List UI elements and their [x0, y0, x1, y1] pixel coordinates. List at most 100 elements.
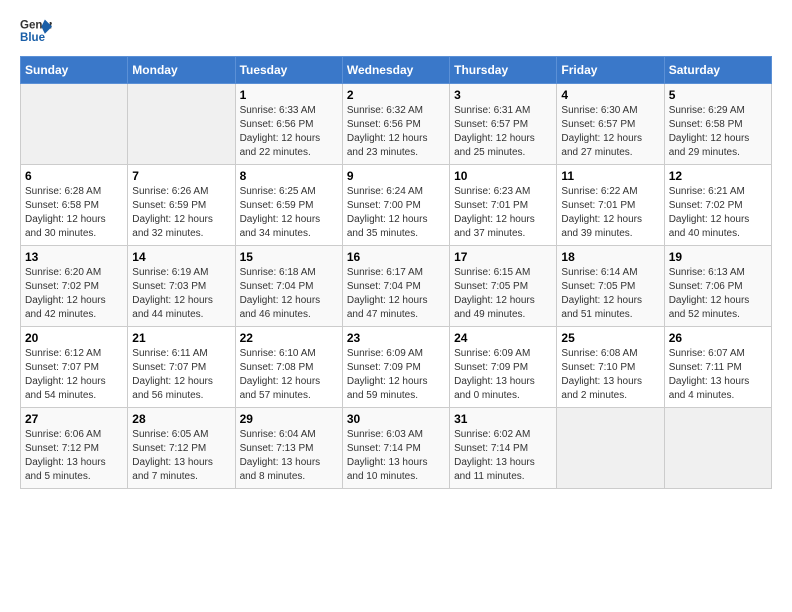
logo: General Blue: [20, 16, 52, 48]
calendar-day-cell: [664, 408, 771, 489]
calendar-header-cell: Monday: [128, 57, 235, 84]
calendar-day-cell: 29 Sunrise: 6:04 AM Sunset: 7:13 PM Dayli…: [235, 408, 342, 489]
day-info: Sunrise: 6:06 AM Sunset: 7:12 PM Dayligh…: [25, 428, 123, 484]
calendar-header-cell: Thursday: [450, 57, 557, 84]
calendar-day-cell: [21, 84, 128, 165]
day-number: 16: [347, 250, 445, 264]
day-number: 27: [25, 412, 123, 426]
calendar-day-cell: 25Sunrise: 6:08 AM Sunset: 7:10 PM Dayli…: [557, 327, 664, 408]
calendar-day-cell: 13 Sunrise: 6:20 AM Sunset: 7:02 PM Dayli…: [21, 246, 128, 327]
day-number: 9: [347, 169, 445, 183]
calendar-day-cell: 11 Sunrise: 6:22 AM Sunset: 7:01 PM Dayli…: [557, 165, 664, 246]
calendar-header-cell: Wednesday: [342, 57, 449, 84]
day-number: 21: [132, 331, 230, 345]
calendar-header-cell: Sunday: [21, 57, 128, 84]
day-info: Sunrise: 6:02 AM Sunset: 7:14 PM Dayligh…: [454, 428, 552, 484]
day-info: Sunrise: 6:32 AM Sunset: 6:56 PM Dayligh…: [347, 104, 445, 160]
calendar-day-cell: 26 Sunrise: 6:07 AM Sunset: 7:11 PM Dayli…: [664, 327, 771, 408]
calendar-week-row: 20 Sunrise: 6:12 AM Sunset: 7:07 PM Dayli…: [21, 327, 772, 408]
day-number: 5: [669, 88, 767, 102]
day-number: 13: [25, 250, 123, 264]
calendar-day-cell: 31Sunrise: 6:02 AM Sunset: 7:14 PM Dayli…: [450, 408, 557, 489]
calendar-day-cell: 12 Sunrise: 6:21 AM Sunset: 7:02 PM Dayli…: [664, 165, 771, 246]
day-number: 1: [240, 88, 338, 102]
day-number: 3: [454, 88, 552, 102]
calendar-day-cell: 9 Sunrise: 6:24 AM Sunset: 7:00 PM Daylig…: [342, 165, 449, 246]
calendar-day-cell: [557, 408, 664, 489]
day-number: 20: [25, 331, 123, 345]
calendar-day-cell: 23 Sunrise: 6:09 AM Sunset: 7:09 PM Dayli…: [342, 327, 449, 408]
day-info: Sunrise: 6:18 AM Sunset: 7:04 PM Dayligh…: [240, 266, 338, 322]
day-info: Sunrise: 6:21 AM Sunset: 7:02 PM Dayligh…: [669, 185, 767, 241]
day-number: 23: [347, 331, 445, 345]
calendar-day-cell: 21 Sunrise: 6:11 AM Sunset: 7:07 PM Dayli…: [128, 327, 235, 408]
day-info: Sunrise: 6:30 AM Sunset: 6:57 PM Dayligh…: [561, 104, 659, 160]
day-info: Sunrise: 6:24 AM Sunset: 7:00 PM Dayligh…: [347, 185, 445, 241]
calendar-day-cell: 27 Sunrise: 6:06 AM Sunset: 7:12 PM Dayli…: [21, 408, 128, 489]
day-info: Sunrise: 6:22 AM Sunset: 7:01 PM Dayligh…: [561, 185, 659, 241]
calendar-header-cell: Tuesday: [235, 57, 342, 84]
day-info: Sunrise: 6:31 AM Sunset: 6:57 PM Dayligh…: [454, 104, 552, 160]
calendar-day-cell: 3 Sunrise: 6:31 AM Sunset: 6:57 PM Daylig…: [450, 84, 557, 165]
day-number: 7: [132, 169, 230, 183]
calendar-day-cell: 19 Sunrise: 6:13 AM Sunset: 7:06 PM Dayli…: [664, 246, 771, 327]
calendar-day-cell: 6Sunrise: 6:28 AM Sunset: 6:58 PM Daylig…: [21, 165, 128, 246]
calendar-day-cell: 10 Sunrise: 6:23 AM Sunset: 7:01 PM Dayli…: [450, 165, 557, 246]
calendar-table: SundayMondayTuesdayWednesdayThursdayFrid…: [20, 56, 772, 489]
day-info: Sunrise: 6:11 AM Sunset: 7:07 PM Dayligh…: [132, 347, 230, 403]
svg-text:Blue: Blue: [20, 32, 46, 44]
logo-icon: General Blue: [20, 16, 52, 48]
page-header: General Blue: [20, 16, 772, 48]
day-info: Sunrise: 6:20 AM Sunset: 7:02 PM Dayligh…: [25, 266, 123, 322]
day-number: 11: [561, 169, 659, 183]
calendar-day-cell: 4 Sunrise: 6:30 AM Sunset: 6:57 PM Daylig…: [557, 84, 664, 165]
calendar-day-cell: 16Sunrise: 6:17 AM Sunset: 7:04 PM Dayli…: [342, 246, 449, 327]
calendar-week-row: 6Sunrise: 6:28 AM Sunset: 6:58 PM Daylig…: [21, 165, 772, 246]
day-number: 29: [240, 412, 338, 426]
calendar-week-row: 27 Sunrise: 6:06 AM Sunset: 7:12 PM Dayli…: [21, 408, 772, 489]
calendar-day-cell: 22 Sunrise: 6:10 AM Sunset: 7:08 PM Dayli…: [235, 327, 342, 408]
day-info: Sunrise: 6:15 AM Sunset: 7:05 PM Dayligh…: [454, 266, 552, 322]
day-info: Sunrise: 6:26 AM Sunset: 6:59 PM Dayligh…: [132, 185, 230, 241]
day-number: 19: [669, 250, 767, 264]
day-info: Sunrise: 6:05 AM Sunset: 7:12 PM Dayligh…: [132, 428, 230, 484]
day-number: 24: [454, 331, 552, 345]
day-number: 15: [240, 250, 338, 264]
day-info: Sunrise: 6:10 AM Sunset: 7:08 PM Dayligh…: [240, 347, 338, 403]
day-number: 14: [132, 250, 230, 264]
day-number: 12: [669, 169, 767, 183]
day-number: 10: [454, 169, 552, 183]
calendar-day-cell: 20 Sunrise: 6:12 AM Sunset: 7:07 PM Dayli…: [21, 327, 128, 408]
day-info: Sunrise: 6:08 AM Sunset: 7:10 PM Dayligh…: [561, 347, 659, 403]
day-info: Sunrise: 6:03 AM Sunset: 7:14 PM Dayligh…: [347, 428, 445, 484]
calendar-body: 1Sunrise: 6:33 AM Sunset: 6:56 PM Daylig…: [21, 84, 772, 489]
calendar-week-row: 13 Sunrise: 6:20 AM Sunset: 7:02 PM Dayli…: [21, 246, 772, 327]
day-number: 17: [454, 250, 552, 264]
calendar-header-cell: Saturday: [664, 57, 771, 84]
calendar-header-cell: Friday: [557, 57, 664, 84]
day-number: 2: [347, 88, 445, 102]
calendar-day-cell: 24 Sunrise: 6:09 AM Sunset: 7:09 PM Dayli…: [450, 327, 557, 408]
day-number: 30: [347, 412, 445, 426]
day-info: Sunrise: 6:14 AM Sunset: 7:05 PM Dayligh…: [561, 266, 659, 322]
day-info: Sunrise: 6:04 AM Sunset: 7:13 PM Dayligh…: [240, 428, 338, 484]
day-info: Sunrise: 6:09 AM Sunset: 7:09 PM Dayligh…: [347, 347, 445, 403]
calendar-header-row: SundayMondayTuesdayWednesdayThursdayFrid…: [21, 57, 772, 84]
calendar-day-cell: 5 Sunrise: 6:29 AM Sunset: 6:58 PM Daylig…: [664, 84, 771, 165]
day-info: Sunrise: 6:25 AM Sunset: 6:59 PM Dayligh…: [240, 185, 338, 241]
calendar-day-cell: 18 Sunrise: 6:14 AM Sunset: 7:05 PM Dayli…: [557, 246, 664, 327]
day-info: Sunrise: 6:07 AM Sunset: 7:11 PM Dayligh…: [669, 347, 767, 403]
calendar-week-row: 1Sunrise: 6:33 AM Sunset: 6:56 PM Daylig…: [21, 84, 772, 165]
calendar-day-cell: 7 Sunrise: 6:26 AM Sunset: 6:59 PM Daylig…: [128, 165, 235, 246]
day-info: Sunrise: 6:29 AM Sunset: 6:58 PM Dayligh…: [669, 104, 767, 160]
day-number: 4: [561, 88, 659, 102]
calendar-day-cell: 15 Sunrise: 6:18 AM Sunset: 7:04 PM Dayli…: [235, 246, 342, 327]
day-number: 26: [669, 331, 767, 345]
calendar-day-cell: [128, 84, 235, 165]
day-info: Sunrise: 6:13 AM Sunset: 7:06 PM Dayligh…: [669, 266, 767, 322]
day-number: 18: [561, 250, 659, 264]
day-info: Sunrise: 6:09 AM Sunset: 7:09 PM Dayligh…: [454, 347, 552, 403]
day-info: Sunrise: 6:23 AM Sunset: 7:01 PM Dayligh…: [454, 185, 552, 241]
day-number: 22: [240, 331, 338, 345]
day-info: Sunrise: 6:12 AM Sunset: 7:07 PM Dayligh…: [25, 347, 123, 403]
